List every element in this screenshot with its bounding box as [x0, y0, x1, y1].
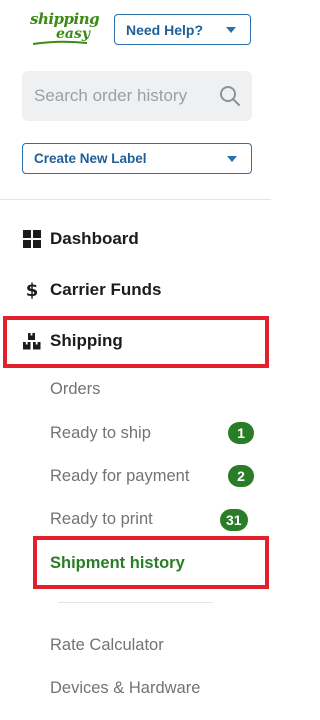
logo-swoosh	[32, 40, 88, 45]
shippingeasy-logo[interactable]: shipping easy	[30, 12, 106, 48]
search-icon[interactable]	[218, 84, 242, 108]
count-badge-ready-to-ship: 1	[228, 422, 254, 444]
nav-label-shipping: Shipping	[50, 331, 123, 350]
create-new-label-button[interactable]: Create New Label	[22, 143, 252, 174]
count-badge-ready-to-print: 31	[220, 509, 248, 531]
nav-item-shipping[interactable]: Shipping	[0, 321, 271, 361]
count-badge-ready-for-payment: 2	[228, 465, 254, 487]
sub-item-orders[interactable]: Orders	[0, 371, 271, 407]
sub-item-devices-hardware[interactable]: Devices & Hardware	[0, 670, 271, 706]
logo-text-line2: easy	[56, 26, 90, 42]
divider	[0, 199, 271, 200]
sidebar: shipping easy Need Help? Create New Labe…	[0, 0, 271, 720]
sub-label-rate-calculator: Rate Calculator	[50, 635, 164, 654]
sub-label-ready-for-payment: Ready for payment	[50, 466, 190, 485]
boxes-icon	[23, 332, 41, 350]
need-help-label: Need Help?	[126, 21, 204, 38]
sub-label-ready-to-print: Ready to print	[50, 509, 153, 528]
create-new-label-text: Create New Label	[34, 151, 147, 166]
sub-item-shipment-history[interactable]: Shipment history	[0, 545, 271, 581]
sub-label-shipment-history: Shipment history	[50, 553, 185, 572]
nav-label-carrier-funds: Carrier Funds	[50, 280, 162, 299]
sub-item-ready-to-print[interactable]: Ready to print 31	[0, 501, 271, 537]
caret-down-icon	[227, 156, 237, 162]
caret-down-icon	[226, 27, 236, 33]
sub-label-devices-hardware: Devices & Hardware	[50, 678, 201, 697]
need-help-button[interactable]: Need Help?	[114, 14, 251, 45]
logo-text-line1: shipping	[30, 10, 100, 28]
divider	[58, 602, 213, 603]
sub-label-ready-to-ship: Ready to ship	[50, 423, 151, 442]
dollar-icon: $	[25, 279, 39, 301]
grid-icon	[23, 230, 41, 248]
nav-label-dashboard: Dashboard	[50, 229, 139, 248]
nav-item-carrier-funds[interactable]: $ Carrier Funds	[0, 270, 271, 310]
sub-item-ready-to-ship[interactable]: Ready to ship 1	[0, 415, 271, 451]
nav-item-dashboard[interactable]: Dashboard	[0, 219, 271, 259]
sub-label-orders: Orders	[50, 379, 101, 398]
sub-item-rate-calculator[interactable]: Rate Calculator	[0, 627, 271, 663]
sub-item-ready-for-payment[interactable]: Ready for payment 2	[0, 458, 271, 494]
